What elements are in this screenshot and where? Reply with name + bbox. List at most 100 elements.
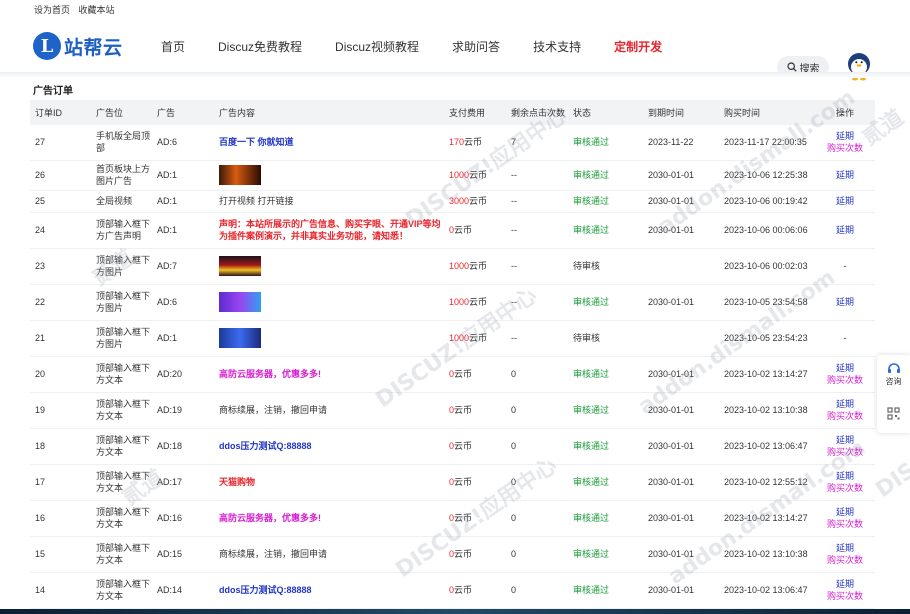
buy-clicks-link[interactable]: 购买次数 <box>815 142 875 154</box>
fee-cell: 0云币 <box>444 572 506 609</box>
buy-clicks-link[interactable]: 购买次数 <box>815 590 875 602</box>
ad-content-text: 商标续展，注销，撤回申请 <box>219 549 328 559</box>
table-row: 17 顶部输入框下方文本 AD:17 天猫购物 0云币 0 审核通过 2030-01-01 20… <box>30 464 875 501</box>
ad-position-cell: 顶部输入框下方文本 <box>91 500 152 537</box>
column-header: 订单ID <box>30 100 91 125</box>
status-cell: 审核通过 <box>568 464 643 501</box>
fee-cell: 0云币 <box>444 212 506 249</box>
nav-item-1[interactable]: Discuz免费教程 <box>218 38 302 55</box>
buy-clicks-link[interactable]: 购买次数 <box>815 374 875 386</box>
buy-time-cell: 2023-10-02 13:06:47 <box>719 428 815 465</box>
ad-slot-cell: AD:18 <box>152 428 214 465</box>
search-icon <box>786 62 797 72</box>
expire-time-cell: 2030-01-01 <box>643 212 719 249</box>
header-divider <box>0 72 910 78</box>
fee-unit: 云币 <box>454 549 473 559</box>
remaining-clicks-cell: -- <box>506 320 568 357</box>
fee-unit: 云币 <box>469 333 488 343</box>
ad-content-text: ddos压力测试Q:88888 <box>219 585 312 595</box>
ad-content-text: 商标续展，注销，撤回申请 <box>219 405 328 415</box>
buy-time-cell: 2023-10-06 00:19:42 <box>719 190 815 213</box>
fee-unit: 云币 <box>454 477 473 487</box>
remaining-clicks-cell: 0 <box>506 536 568 573</box>
ad-position-cell: 顶部输入框下方文本 <box>91 536 152 573</box>
ad-slot-cell: AD:16 <box>152 500 214 537</box>
status-cell: 审核通过 <box>568 356 643 393</box>
buy-clicks-link[interactable]: 购买次数 <box>815 554 875 566</box>
ad-content-cell <box>214 320 444 357</box>
status-cell: 待审核 <box>568 248 643 285</box>
extend-link[interactable]: 延期 <box>815 195 875 207</box>
buy-clicks-link[interactable]: 购买次数 <box>815 518 875 530</box>
floating-side-panel: 咨询 <box>877 355 910 433</box>
expire-time-cell: 2023-11-22 <box>643 125 719 161</box>
actions-cell: 延期 购买次数 <box>815 464 875 501</box>
ad-slot-cell: AD:19 <box>152 392 214 429</box>
remaining-clicks-cell: 0 <box>506 572 568 609</box>
fee-cell: 1000云币 <box>444 248 506 285</box>
order-id-cell: 26 <box>30 160 91 191</box>
set-home-link[interactable]: 设为首页 <box>34 5 70 15</box>
column-header: 操作 <box>815 100 875 125</box>
nav-item-3[interactable]: 求助问答 <box>452 38 500 55</box>
ad-thumbnail-image[interactable] <box>219 328 261 348</box>
order-id-cell: 20 <box>30 356 91 393</box>
extend-link[interactable]: 延期 <box>815 224 875 236</box>
buy-clicks-link[interactable]: 购买次数 <box>815 446 875 458</box>
ad-content-cell: 商标续展，注销，撤回申请 <box>214 536 444 573</box>
extend-link[interactable]: 延期 <box>815 130 875 142</box>
no-action: - <box>843 333 847 343</box>
extend-link[interactable]: 延期 <box>815 542 875 554</box>
remaining-clicks-cell: -- <box>506 190 568 213</box>
buy-time-cell: 2023-10-02 13:06:47 <box>719 572 815 609</box>
table-header-row: 订单ID 广告位 广告 广告内容 支付费用 剩余点击次数 状态 到期时间 购买时间 操作 <box>30 100 875 125</box>
fee-unit: 云币 <box>454 225 473 235</box>
extend-link[interactable]: 延期 <box>815 434 875 446</box>
nav-item-4[interactable]: 技术支持 <box>533 38 581 55</box>
fee-amount: 1000 <box>449 297 470 307</box>
ad-slot-cell: AD:1 <box>152 190 214 213</box>
column-header: 广告内容 <box>214 100 444 125</box>
extend-link[interactable]: 延期 <box>815 578 875 590</box>
ad-content-text: 百度一下 你就知道 <box>219 137 294 148</box>
ad-thumbnail-image[interactable] <box>219 256 261 276</box>
buy-time-cell: 2023-10-02 13:14:27 <box>719 500 815 537</box>
column-header: 广告位 <box>91 100 152 125</box>
logo-text: 站帮云 <box>64 37 123 59</box>
nav-item-5[interactable]: 定制开发 <box>614 38 662 55</box>
buy-clicks-link[interactable]: 购买次数 <box>815 410 875 422</box>
fee-cell: 1000云币 <box>444 160 506 191</box>
extend-link[interactable]: 延期 <box>815 506 875 518</box>
consult-button[interactable]: 咨询 <box>877 355 910 394</box>
extend-link[interactable]: 延期 <box>815 398 875 410</box>
ad-position-cell: 顶部输入框下方文本 <box>91 428 152 465</box>
nav-item-0[interactable]: 首页 <box>161 38 185 55</box>
buy-time-cell: 2023-10-05 23:54:58 <box>719 284 815 321</box>
status-cell: 审核通过 <box>568 572 643 609</box>
nav-item-2[interactable]: Discuz视频教程 <box>335 38 419 55</box>
remaining-clicks-cell: 0 <box>506 464 568 501</box>
ad-thumbnail-image[interactable] <box>219 292 261 312</box>
qrcode-button[interactable] <box>877 394 910 433</box>
status-cell: 审核通过 <box>568 160 643 191</box>
ad-slot-cell: AD:7 <box>152 248 214 285</box>
fee-cell: 0云币 <box>444 356 506 393</box>
extend-link[interactable]: 延期 <box>815 296 875 308</box>
table-row: 18 顶部输入框下方文本 AD:18 ddos压力测试Q:88888 0云币 0 审核通过 2… <box>30 428 875 465</box>
site-logo[interactable]: L 站帮云 <box>33 32 161 60</box>
fee-amount: 1000 <box>449 170 470 180</box>
extend-link[interactable]: 延期 <box>815 169 875 181</box>
extend-link[interactable]: 延期 <box>815 470 875 482</box>
table-row: 25 全局视频 AD:1 打开视频 打开链接 3000云币 -- 审核通过 2030-01-0… <box>30 190 875 213</box>
bookmark-link[interactable]: 收藏本站 <box>79 5 115 15</box>
fee-unit: 云币 <box>454 405 473 415</box>
buy-clicks-link[interactable]: 购买次数 <box>815 482 875 494</box>
remaining-clicks-cell: -- <box>506 284 568 321</box>
ad-position-cell: 首页板块上方图片广告 <box>91 160 152 191</box>
fee-amount: 1000 <box>449 261 470 271</box>
no-action: - <box>843 261 847 271</box>
ad-content-cell <box>214 248 444 285</box>
ad-thumbnail-image[interactable] <box>219 165 261 185</box>
extend-link[interactable]: 延期 <box>815 362 875 374</box>
fee-unit: 云币 <box>464 137 483 148</box>
